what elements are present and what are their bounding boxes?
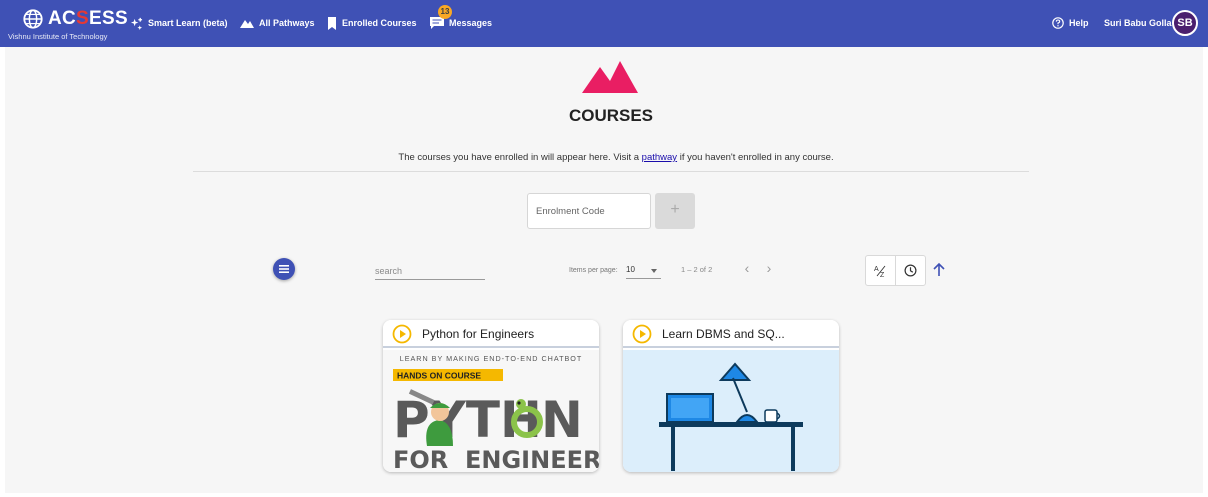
svg-text:FOR: FOR bbox=[393, 446, 448, 472]
user-avatar[interactable]: SB bbox=[1172, 10, 1198, 36]
course-title: Python for Engineers bbox=[422, 327, 535, 341]
globe-icon bbox=[23, 9, 43, 29]
previous-page-button[interactable]: ‹ bbox=[739, 261, 755, 277]
svg-text:LEARN BY MAKING END-TO-END CHA: LEARN BY MAKING END-TO-END CHATBOT bbox=[400, 354, 583, 363]
app-logo[interactable]: ACSESS Vishnu Institute of Technology bbox=[8, 6, 128, 42]
nav-messages-label: Messages bbox=[449, 18, 493, 28]
help-circle-icon bbox=[1052, 17, 1064, 29]
play-circle-icon bbox=[632, 324, 652, 344]
institute-name: Vishnu Institute of Technology bbox=[8, 32, 108, 41]
items-per-page-value: 10 bbox=[626, 265, 635, 274]
message-icon bbox=[430, 17, 444, 29]
enrolment-code-input[interactable] bbox=[527, 193, 651, 229]
chevron-down-icon bbox=[651, 269, 657, 273]
svg-text:Z: Z bbox=[880, 272, 885, 278]
arrow-up-icon[interactable] bbox=[931, 262, 947, 278]
main-content: COURSES The courses you have enrolled in… bbox=[5, 47, 1203, 493]
items-per-page-select[interactable]: 10 bbox=[626, 261, 661, 279]
svg-text:A: A bbox=[874, 266, 879, 273]
pathway-link[interactable]: pathway bbox=[642, 152, 677, 163]
nav-messages[interactable]: 13 Messages bbox=[430, 5, 493, 32]
sort-alphabetical-button[interactable]: A Z bbox=[866, 256, 895, 285]
pagination-range: 1 – 2 of 2 bbox=[681, 265, 713, 274]
messages-count-badge: 13 bbox=[438, 5, 452, 19]
sparkle-plus-icon bbox=[130, 17, 143, 30]
nav-smart-learn-label: Smart Learn (beta) bbox=[148, 18, 228, 28]
enrol-add-button[interactable]: + bbox=[655, 193, 695, 229]
nav-all-pathways[interactable]: All Pathways bbox=[240, 14, 315, 32]
svg-text:ENGINEERS: ENGINEERS bbox=[465, 446, 599, 472]
python-course-banner: LEARN BY MAKING END-TO-END CHATBOT HANDS… bbox=[383, 350, 599, 472]
page-title: COURSES bbox=[568, 106, 654, 125]
course-title: Learn DBMS and SQ... bbox=[662, 327, 785, 341]
intro-text: The courses you have enrolled in will ap… bbox=[398, 152, 834, 163]
course-card-header: Learn DBMS and SQ... bbox=[623, 320, 839, 348]
sort-az-icon: A Z bbox=[874, 265, 885, 278]
svg-text:HANDS ON COURSE: HANDS ON COURSE bbox=[397, 371, 481, 381]
bookmark-book-icon bbox=[328, 16, 336, 30]
clock-icon bbox=[904, 264, 917, 277]
app-name: ACSESS bbox=[48, 8, 128, 29]
course-card-python[interactable]: Python for Engineers LEARN BY MAKING END… bbox=[383, 320, 599, 472]
help-label: Help bbox=[1069, 18, 1089, 28]
play-circle-icon bbox=[392, 324, 412, 344]
next-page-button[interactable]: › bbox=[761, 261, 777, 277]
top-navigation-bar: ACSESS Vishnu Institute of Technology Sm… bbox=[0, 0, 1208, 47]
user-name[interactable]: Suri Babu Golla bbox=[1104, 14, 1172, 32]
section-divider bbox=[193, 171, 1029, 172]
help-button[interactable]: Help bbox=[1052, 14, 1089, 32]
list-icon bbox=[279, 265, 289, 273]
nav-smart-learn[interactable]: Smart Learn (beta) bbox=[130, 14, 228, 32]
sort-toggle-group: A Z bbox=[865, 255, 926, 286]
course-card-dbms[interactable]: Learn DBMS and SQ... bbox=[623, 320, 839, 472]
mountain-icon bbox=[240, 20, 254, 28]
dbms-course-banner bbox=[623, 350, 839, 472]
items-per-page-label: Items per page: bbox=[569, 267, 618, 274]
nav-enrolled-courses-label: Enrolled Courses bbox=[342, 18, 417, 28]
search-input[interactable] bbox=[375, 262, 485, 280]
course-card-header: Python for Engineers bbox=[383, 320, 599, 348]
sort-recent-button[interactable] bbox=[896, 256, 925, 285]
nav-all-pathways-label: All Pathways bbox=[259, 18, 315, 28]
courses-mountain-icon bbox=[582, 61, 638, 93]
list-view-button[interactable] bbox=[273, 258, 295, 280]
nav-enrolled-courses[interactable]: Enrolled Courses bbox=[327, 14, 417, 32]
svg-text:N: N bbox=[541, 391, 583, 449]
